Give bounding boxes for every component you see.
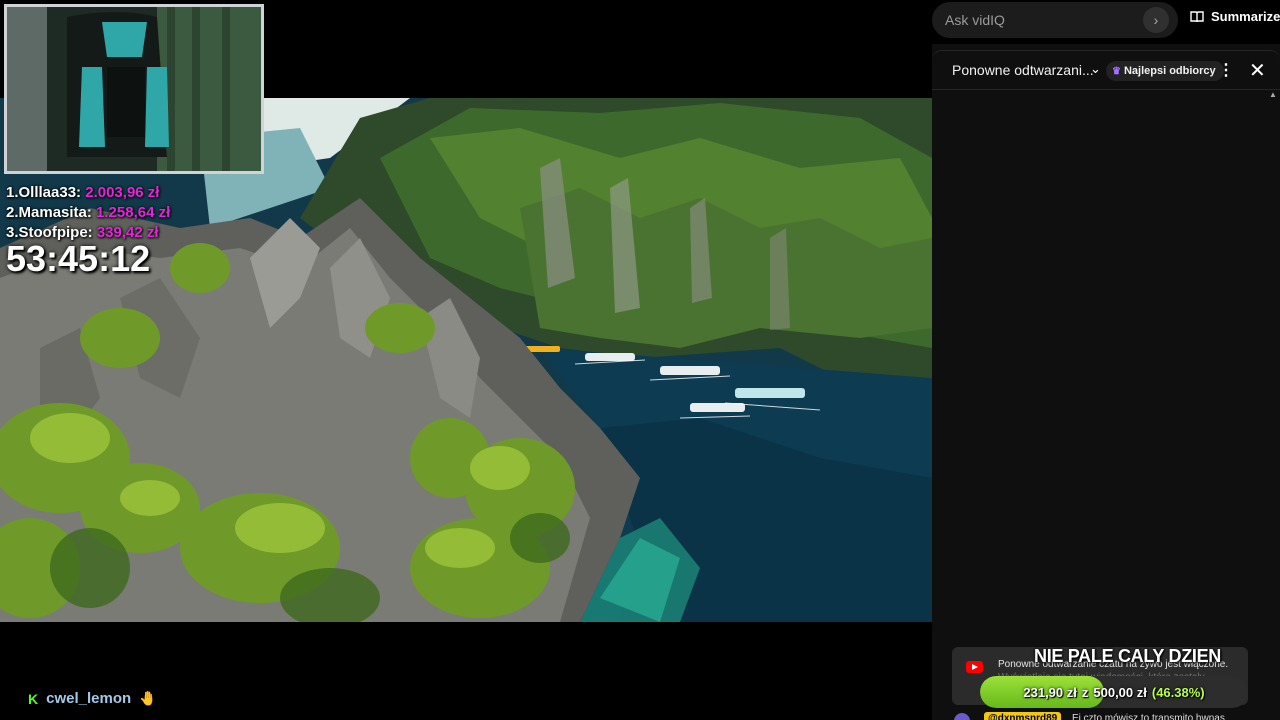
goal-text: 231,90 zł z 500,00 zł (46.38%) — [980, 676, 1248, 708]
hand-emote-icon: 🤚 — [139, 690, 157, 706]
more-options-icon[interactable]: ⋮ — [1218, 60, 1234, 80]
ask-vidiq-placeholder: Ask vidIQ — [945, 12, 1005, 28]
webcam-image — [7, 7, 261, 171]
leaderboard-name: Olllaa33: — [18, 184, 82, 201]
stream-timer: 53:45:12 — [6, 238, 151, 279]
video-player[interactable]: 1.Olllaa33: 2.003,96 zł 2.Mamasita: 1.25… — [0, 0, 932, 720]
video-frame[interactable] — [0, 98, 932, 622]
leaderboard-name: Mamasita: — [18, 204, 92, 221]
summarize-label: Summarize — [1211, 9, 1280, 24]
leaderboard-row: 1.Olllaa33: 2.003,96 zł — [6, 183, 170, 203]
chat-author-badge: @dxnmsnrd89 — [984, 712, 1062, 720]
side-panel: Ask vidIQ › Summarize Ponowne odtwarzani… — [932, 0, 1280, 720]
book-icon — [1190, 10, 1204, 22]
goal-target: 500,00 zł — [1093, 684, 1147, 700]
goal-separator: z — [1081, 684, 1089, 700]
chat-mode-title[interactable]: Ponowne odtwarzani... — [952, 62, 1094, 78]
leaderboard-rank: 1. — [6, 184, 19, 201]
leaderboard-amount: 1.258,64 zł — [96, 204, 171, 221]
chevron-right-icon[interactable]: › — [1143, 7, 1169, 33]
webcam-overlay — [4, 4, 264, 174]
nickname-text: cwel_lemon — [46, 690, 132, 707]
donation-leaderboard: 1.Olllaa33: 2.003,96 zł 2.Mamasita: 1.25… — [6, 183, 170, 243]
video-scene-image — [0, 98, 932, 622]
leaderboard-row: 2.Mamasita: 1.258,64 zł — [6, 203, 170, 223]
leaderboard-amount: 2.003,96 zł — [85, 184, 160, 201]
chat-message-peek: @dxnmsnrd89 Ej czto mówisz to transmito … — [952, 711, 1280, 720]
chevron-down-icon[interactable]: ⌄ — [1090, 61, 1101, 77]
chat-message-text: Ej czto mówisz to transmito hwnas — [1072, 713, 1225, 720]
top-fans-label: Najlepsi odbiorcy — [1123, 65, 1216, 77]
chat-header: Ponowne odtwarzani... ⌄ ♛ Najlepsi odbio… — [932, 50, 1280, 90]
goal-current: 231,90 zł — [1023, 684, 1077, 700]
streamer-nickname: K cwel_lemon 🤚 — [28, 690, 157, 707]
kick-icon: K — [28, 690, 39, 707]
scroll-up-arrow-icon[interactable]: ▲ — [1269, 90, 1277, 99]
close-icon[interactable]: ✕ — [1249, 58, 1266, 83]
top-fans-chip[interactable]: ♛ Najlepsi odbiorcy — [1106, 61, 1224, 81]
crown-icon: ♛ — [1112, 65, 1121, 77]
ask-vidiq-input[interactable]: Ask vidIQ — [932, 2, 1178, 38]
youtube-icon — [966, 661, 983, 673]
goal-title: NIE PALE CALY DZIEN — [1034, 646, 1222, 666]
goal-percent: (46.38%) — [1151, 684, 1205, 700]
vidiq-bar: Ask vidIQ › Summarize — [932, 0, 1280, 44]
avatar — [954, 713, 970, 720]
summarize-button[interactable]: Summarize — [1190, 9, 1280, 24]
leaderboard-rank: 2. — [6, 204, 19, 221]
donation-goal-bar: 231,90 zł z 500,00 zł (46.38%) — [980, 676, 1248, 708]
